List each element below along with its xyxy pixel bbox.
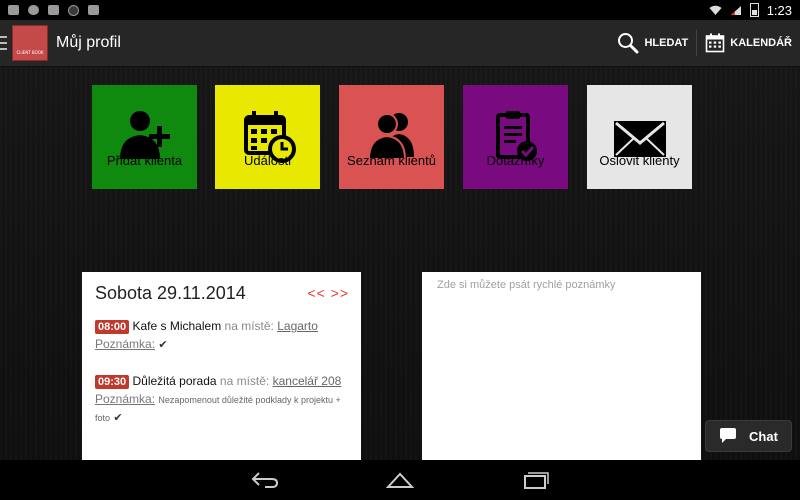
tile-events[interactable]: Události [215,85,320,189]
bag-icon [48,5,59,15]
event-note-label: Poznámka: [95,392,156,406]
cloud-icon [28,5,39,15]
notification-icons [0,4,99,16]
recent-apps-icon[interactable] [520,470,550,490]
tile-label: Dotazníky [486,152,545,168]
event-place-link[interactable]: kancelář 208 [273,374,342,388]
tile-label: Oslovit klienty [599,152,680,168]
event-place-link[interactable]: Lagarto [277,319,318,333]
agenda-event[interactable]: 09:30 Důležitá porada na místě: kancelář… [95,373,355,427]
wifi-icon [709,5,722,15]
back-icon[interactable] [250,470,280,490]
agenda-date: Sobota 29.11.2014 [95,283,246,303]
page-title: Můj profil [56,34,121,51]
calendar-icon [705,33,725,53]
event-place-label: na místě: [224,319,274,333]
event-title: Kafe s Michalem [132,319,222,333]
event-title: Důležitá porada [132,374,217,388]
event-time: 08:00 [95,320,130,334]
drawer-handle-icon[interactable] [0,36,8,50]
image-icon [8,5,19,15]
check-icon: ✔ [113,412,123,424]
tile-questionnaires[interactable]: Dotazníky [463,85,568,189]
navigation-bar [0,460,800,500]
tile-label: Přidat klienta [106,152,183,168]
chat-bubble-icon [720,428,737,443]
agenda-event[interactable]: 08:00 Kafe s Michalem na místě: Lagarto … [95,318,355,354]
tile-client-list[interactable]: Seznam klientů [339,85,444,189]
home-icon[interactable] [385,470,415,490]
chat-button[interactable]: Chat [705,420,792,452]
prev-day-button[interactable]: << [307,285,325,301]
check-icon: ✔ [158,339,168,351]
tile-label: Seznam klientů [347,152,436,168]
agenda-nav: << >> [307,285,349,301]
tile-add-client[interactable]: Přidat klienta [92,85,197,189]
event-place-label: na místě: [219,374,270,388]
event-time: 09:30 [95,375,130,389]
calendar-label: KALENDÁŘ [730,37,792,49]
search-button[interactable]: HLEDAT [609,32,696,54]
signal-icon [730,5,741,15]
tile-contact-clients[interactable]: Oslovit klienty [587,85,692,189]
quick-notes-panel [422,272,701,460]
clock: 1:23 [766,2,792,18]
chat-label: Chat [749,428,778,444]
action-bar: CLIENT BOOK Můj profil HLEDAT KALENDÁŘ [0,20,800,67]
system-status: 1:23 [709,3,800,18]
battery-icon [749,3,759,17]
search-icon [618,33,639,54]
tile-label: Události [244,152,291,168]
badge-icon [68,4,79,16]
status-bar: 1:23 [0,0,800,20]
logo-text: CLIENT BOOK [16,49,44,55]
search-label: HLEDAT [644,37,689,49]
next-day-button[interactable]: >> [331,285,349,301]
app-logo[interactable]: CLIENT BOOK [12,25,48,61]
quick-notes-input[interactable] [422,272,701,460]
agenda-card: Sobota 29.11.2014 << >> 08:00 Kafe s Mic… [82,272,361,460]
event-note-label: Poznámka: [95,337,156,351]
calendar-button[interactable]: KALENDÁŘ [697,33,800,53]
bag-icon [88,5,99,15]
